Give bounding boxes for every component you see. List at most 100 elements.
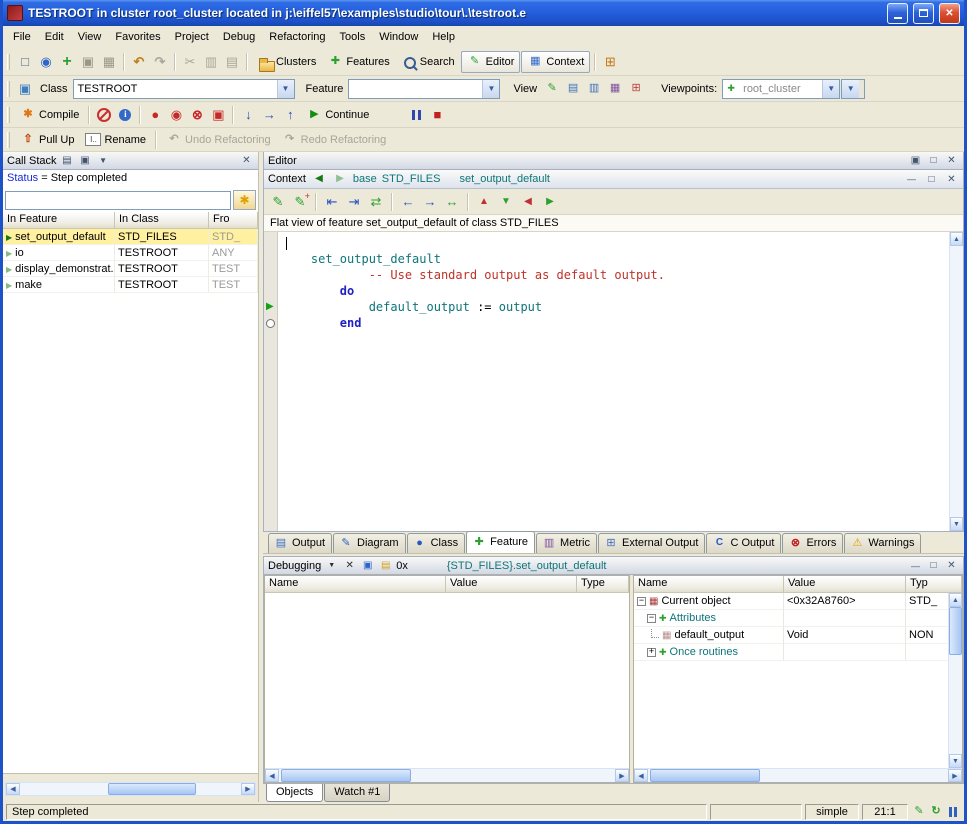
back-icon[interactable] — [311, 171, 327, 187]
assigners-icon[interactable] — [366, 192, 386, 212]
undo-icon[interactable] — [129, 52, 149, 72]
scroll-track[interactable] — [949, 607, 962, 754]
code-area[interactable]: set_output_default -- Use standard outpu… — [264, 232, 963, 531]
save-stack-icon[interactable] — [60, 154, 75, 168]
save-icon[interactable] — [78, 52, 98, 72]
callers-icon[interactable] — [322, 192, 342, 212]
column-header-type[interactable]: Typ — [906, 576, 962, 593]
object-tree-row[interactable]: default_output Void NON — [634, 627, 962, 644]
scroll-right-icon[interactable]: ▶ — [615, 769, 629, 782]
objects-grid-hscrollbar[interactable]: ◀ ▶ — [634, 768, 962, 782]
menu-file[interactable]: File — [6, 28, 38, 46]
object-tree-row[interactable]: Attributes — [634, 610, 962, 627]
rename-button[interactable]: Rename — [80, 129, 151, 151]
maximize-icon[interactable] — [926, 559, 941, 573]
minimize-button[interactable] — [887, 3, 908, 24]
clickable-view-icon[interactable] — [563, 79, 583, 99]
scroll-right-icon[interactable]: ▶ — [241, 783, 255, 795]
tab-feature[interactable]: Feature — [466, 531, 535, 553]
ancestors-icon[interactable] — [474, 192, 494, 212]
tab-c-output[interactable]: C Output — [706, 533, 781, 553]
crumb-feature[interactable]: set_output_default — [459, 173, 550, 185]
close-icon[interactable] — [944, 559, 959, 573]
editor-header[interactable]: Editor — [264, 152, 963, 170]
ignore-breakpoints-icon[interactable] — [94, 105, 114, 125]
close-icon[interactable] — [239, 154, 254, 168]
editor-button[interactable]: Editor — [461, 51, 521, 73]
menu-refactoring[interactable]: Refactoring — [262, 28, 332, 46]
flat-view-icon[interactable] — [584, 79, 604, 99]
scroll-down-icon[interactable]: ▼ — [950, 517, 963, 531]
pull-up-button[interactable]: Pull Up — [15, 129, 79, 151]
suppliers-icon[interactable] — [540, 192, 560, 212]
crumb-cluster[interactable]: base — [353, 173, 377, 185]
edit-in-new-window-icon[interactable] — [290, 192, 310, 212]
crumb-class[interactable]: STD_FILES — [382, 173, 441, 185]
code-text[interactable]: set_output_default -- Use standard outpu… — [278, 232, 949, 531]
feature-combo[interactable]: ▼ — [348, 79, 500, 99]
basic-view-icon[interactable] — [542, 79, 562, 99]
copy-icon[interactable] — [201, 52, 221, 72]
column-header-in-feature[interactable]: In Feature — [3, 212, 115, 229]
menu-help[interactable]: Help — [425, 28, 462, 46]
chevron-down-icon[interactable]: ▼ — [482, 80, 499, 98]
scroll-left-icon[interactable]: ◀ — [265, 769, 279, 782]
column-header-value[interactable]: Value — [446, 576, 577, 593]
tab-metric[interactable]: Metric — [536, 533, 597, 553]
edit-feature-icon[interactable] — [268, 192, 288, 212]
enable-breakpoints-icon[interactable] — [145, 105, 165, 125]
dock-icon[interactable] — [360, 559, 375, 573]
step-over-icon[interactable] — [259, 105, 279, 125]
minimize-icon[interactable] — [904, 172, 919, 186]
editor-vscrollbar[interactable]: ▲ ▼ — [949, 232, 963, 531]
menu-project[interactable]: Project — [168, 28, 216, 46]
disable-breakpoints-icon[interactable] — [166, 105, 186, 125]
viewpoint-value-combo[interactable]: ▼ — [841, 79, 865, 99]
tab-objects[interactable]: Objects — [266, 784, 323, 802]
tab-diagram[interactable]: Diagram — [333, 533, 406, 553]
close-icon[interactable] — [342, 559, 357, 573]
features-button[interactable]: Features — [322, 51, 394, 73]
apply-depth-button[interactable] — [233, 190, 256, 210]
interface-view-icon[interactable] — [626, 79, 646, 99]
watch-grid-body[interactable] — [265, 593, 629, 768]
call-stack-hscrollbar[interactable]: ◀ ▶ — [5, 782, 256, 796]
toolbar-grip[interactable] — [7, 81, 10, 97]
remove-breakpoints-icon[interactable] — [187, 105, 207, 125]
scroll-thumb[interactable] — [949, 607, 962, 655]
minimize-icon[interactable] — [908, 559, 923, 573]
column-header-name[interactable]: Name — [634, 576, 784, 593]
breakpoint-margin[interactable] — [264, 232, 278, 531]
scroll-track[interactable] — [20, 783, 241, 795]
scroll-thumb[interactable] — [108, 783, 196, 795]
column-header-in-class[interactable]: In Class — [115, 212, 209, 229]
forward-icon[interactable] — [332, 171, 348, 187]
continue-button[interactable]: Continue — [301, 104, 374, 126]
breakpoint-marker-icon[interactable] — [266, 319, 275, 328]
menu-favorites[interactable]: Favorites — [108, 28, 167, 46]
toolbar-grip[interactable] — [7, 54, 10, 70]
restore-icon[interactable] — [908, 154, 923, 168]
scroll-thumb[interactable] — [281, 769, 411, 782]
object-tree-row[interactable]: Once routines — [634, 644, 962, 661]
scroll-left-icon[interactable]: ◀ — [6, 783, 20, 795]
maximize-icon[interactable] — [926, 154, 941, 168]
search-button[interactable]: Search — [396, 51, 460, 73]
toolbar-grip[interactable] — [7, 132, 10, 148]
scroll-down-icon[interactable]: ▼ — [949, 754, 962, 768]
collapse-icon[interactable] — [647, 614, 656, 623]
close-icon[interactable] — [944, 154, 959, 168]
clients-icon[interactable] — [518, 192, 538, 212]
maximize-icon[interactable] — [924, 172, 939, 186]
column-header-value[interactable]: Value — [784, 576, 906, 593]
scroll-track[interactable] — [950, 246, 963, 517]
redo-refactoring-button[interactable]: Redo Refactoring — [277, 129, 392, 151]
pause-icon[interactable] — [406, 105, 426, 125]
cut-icon[interactable] — [180, 52, 200, 72]
refresh-icon[interactable] — [928, 804, 944, 820]
scroll-up-icon[interactable]: ▲ — [950, 232, 963, 246]
tab-warnings[interactable]: Warnings — [844, 533, 921, 553]
scroll-right-icon[interactable]: ▶ — [948, 769, 962, 782]
stack-window-icon[interactable] — [78, 154, 93, 168]
compile-button[interactable]: Compile — [15, 104, 84, 126]
